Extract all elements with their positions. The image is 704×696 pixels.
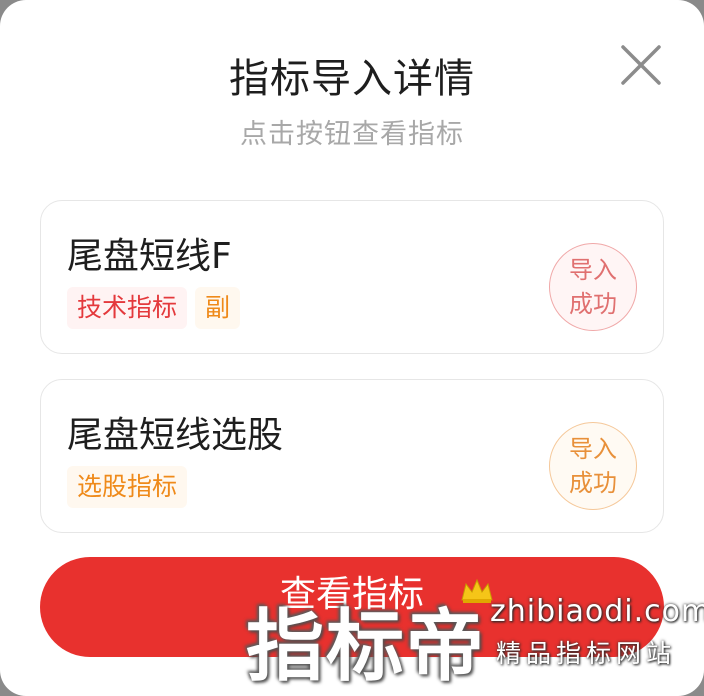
indicator-tags: 选股指标 [67, 466, 188, 508]
indicator-card[interactable]: 尾盘短线选股 选股指标 导入 成功 [40, 379, 664, 533]
stamp-line-2: 成功 [569, 290, 617, 318]
indicator-tags: 技术指标 副 [67, 287, 241, 329]
watermark: 指标帝 zhibiaodi.com 精品指标网站 [246, 574, 704, 692]
tag-sub-chart: 副 [195, 287, 241, 329]
stamp-line-2: 成功 [569, 469, 617, 497]
stamp-line-1: 导入 [569, 256, 617, 284]
indicator-name: 尾盘短线选股 [67, 415, 284, 456]
watermark-slogan: 精品指标网站 [496, 639, 677, 668]
dialog-subtitle: 点击按钮查看指标 [240, 119, 464, 150]
dialog-title: 指标导入详情 [229, 56, 475, 102]
tag-stock-picking-indicator: 选股指标 [67, 466, 188, 508]
stamp-line-1: 导入 [569, 435, 617, 463]
import-details-dialog: 指标导入详情 点击按钮查看指标 尾盘短线F 技术指标 副 导入 成功 尾盘短线选… [0, 0, 704, 696]
watermark-brand: 指标帝 [246, 602, 487, 692]
tag-technical-indicator: 技术指标 [67, 287, 188, 329]
indicator-card[interactable]: 尾盘短线F 技术指标 副 导入 成功 [40, 200, 664, 354]
close-icon[interactable] [618, 42, 664, 88]
import-success-stamp: 导入 成功 [549, 422, 637, 510]
watermark-url: zhibiaodi.com [490, 594, 704, 629]
crown-icon [461, 578, 493, 603]
indicator-name: 尾盘短线F [67, 236, 232, 277]
import-success-stamp: 导入 成功 [549, 243, 637, 331]
